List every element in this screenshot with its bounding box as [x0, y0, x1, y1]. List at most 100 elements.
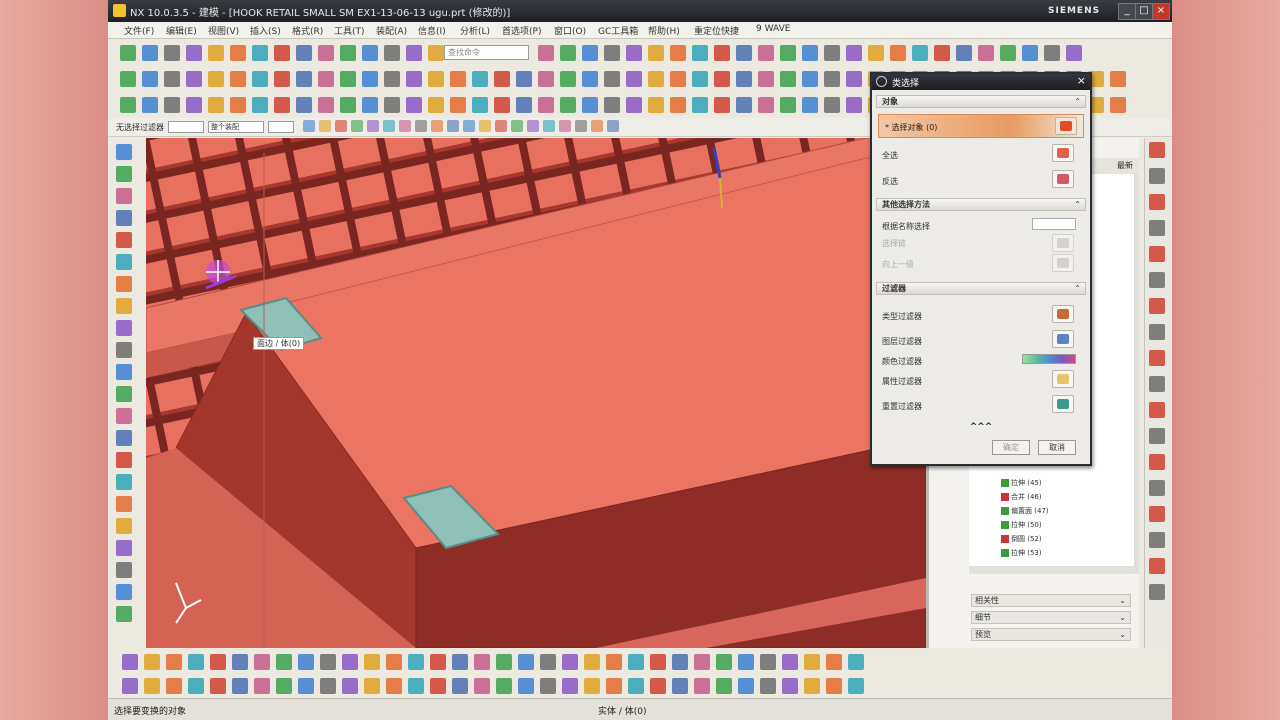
resource-bar-icon[interactable] [1149, 246, 1165, 262]
toolbar-tool-icon[interactable] [210, 654, 226, 670]
resource-tool-icon[interactable] [116, 452, 132, 468]
toolbar-tool-icon[interactable] [758, 45, 774, 61]
select-object-row[interactable]: * 选择对象 (0) [878, 114, 1084, 138]
toolbar-tool-icon[interactable] [362, 71, 378, 87]
toolbar-tool-icon[interactable] [714, 97, 730, 113]
toolbar-tool-icon[interactable] [716, 678, 732, 694]
resource-tool-icon[interactable] [116, 474, 132, 490]
toolbar-tool-icon[interactable] [670, 71, 686, 87]
toolbar-tool-icon[interactable] [604, 45, 620, 61]
selection-filter-icon[interactable] [543, 120, 555, 132]
resource-bar-icon[interactable] [1149, 428, 1165, 444]
toolbar-tool-icon[interactable] [252, 45, 268, 61]
toolbar-tool-icon[interactable] [890, 45, 906, 61]
dialog-close-icon[interactable]: × [1077, 74, 1086, 87]
toolbar-tool-icon[interactable] [516, 97, 532, 113]
toolbar-tool-icon[interactable] [408, 654, 424, 670]
toolbar-tool-icon[interactable] [826, 654, 842, 670]
toolbar-tool-icon[interactable] [846, 97, 862, 113]
toolbar-tool-icon[interactable] [846, 71, 862, 87]
toolbar-tool-icon[interactable] [318, 71, 334, 87]
toolbar-tool-icon[interactable] [606, 654, 622, 670]
rule-dropdown[interactable] [268, 121, 294, 133]
selection-filter-icon[interactable] [479, 120, 491, 132]
toolbar-tool-icon[interactable] [782, 654, 798, 670]
resource-bar-icon[interactable] [1149, 402, 1165, 418]
toolbar-tool-icon[interactable] [824, 71, 840, 87]
menu-gc-toolbox[interactable]: GC工具箱 [598, 24, 638, 37]
resource-tool-icon[interactable] [116, 276, 132, 292]
toolbar-tool-icon[interactable] [430, 678, 446, 694]
toolbar-tool-icon[interactable] [208, 45, 224, 61]
menu-tools[interactable]: 工具(T) [334, 24, 365, 37]
horizontal-scrollbar[interactable] [969, 566, 1134, 574]
menu-view[interactable]: 视图(V) [208, 24, 239, 37]
toolbar-tool-icon[interactable] [254, 654, 270, 670]
resource-tool-icon[interactable] [116, 562, 132, 578]
resource-tool-icon[interactable] [116, 210, 132, 226]
toolbar-tool-icon[interactable] [230, 45, 246, 61]
toolbar-tool-icon[interactable] [142, 71, 158, 87]
toolbar-tool-icon[interactable] [1066, 45, 1082, 61]
toolbar-tool-icon[interactable] [694, 678, 710, 694]
toolbar-tool-icon[interactable] [670, 45, 686, 61]
toolbar-tool-icon[interactable] [738, 654, 754, 670]
selection-filter-icon[interactable] [527, 120, 539, 132]
resource-tool-icon[interactable] [116, 430, 132, 446]
preview-panel[interactable]: 预览 ⌄ [971, 628, 1131, 641]
graphics-viewport[interactable]: 面边 / 体(0) [146, 138, 926, 648]
up-one-level-button[interactable] [1052, 254, 1074, 272]
toolbar-tool-icon[interactable] [912, 45, 928, 61]
filter-section-header[interactable]: 过滤器 ⌃ [876, 282, 1086, 295]
tree-item[interactable]: 合并 (46) [1001, 492, 1042, 503]
toolbar-tool-icon[interactable] [584, 654, 600, 670]
toolbar-tool-icon[interactable] [802, 97, 818, 113]
toolbar-tool-icon[interactable] [848, 678, 864, 694]
toolbar-tool-icon[interactable] [824, 45, 840, 61]
toolbar-tool-icon[interactable] [714, 71, 730, 87]
resource-tool-icon[interactable] [116, 496, 132, 512]
toolbar-tool-icon[interactable] [538, 45, 554, 61]
toolbar-tool-icon[interactable] [452, 678, 468, 694]
toolbar-tool-icon[interactable] [232, 654, 248, 670]
reset-filter-button[interactable] [1052, 395, 1074, 413]
toolbar-tool-icon[interactable] [606, 678, 622, 694]
gear-icon[interactable] [876, 76, 887, 87]
toolbar-tool-icon[interactable] [584, 678, 600, 694]
toolbar-tool-icon[interactable] [628, 654, 644, 670]
toolbar-tool-icon[interactable] [340, 45, 356, 61]
selection-filter-icon[interactable] [511, 120, 523, 132]
toolbar-tool-icon[interactable] [276, 654, 292, 670]
toolbar-tool-icon[interactable] [496, 654, 512, 670]
toolbar-tool-icon[interactable] [672, 678, 688, 694]
resource-tool-icon[interactable] [116, 144, 132, 160]
close-button[interactable]: × [1152, 3, 1170, 20]
menu-window[interactable]: 窗口(O) [554, 24, 586, 37]
toolbar-tool-icon[interactable] [716, 654, 732, 670]
toolbar-tool-icon[interactable] [780, 45, 796, 61]
selection-filter-icon[interactable] [463, 120, 475, 132]
toolbar-tool-icon[interactable] [758, 97, 774, 113]
toolbar-tool-icon[interactable] [540, 654, 556, 670]
selection-filter-icon[interactable] [415, 120, 427, 132]
toolbar-tool-icon[interactable] [188, 678, 204, 694]
select-all-button[interactable] [1052, 144, 1074, 162]
column-latest[interactable]: 最新 [1117, 160, 1133, 171]
toolbar-tool-icon[interactable] [604, 97, 620, 113]
menu-assemblies[interactable]: 装配(A) [376, 24, 407, 37]
toolbar-tool-icon[interactable] [406, 45, 422, 61]
resource-bar-icon[interactable] [1149, 532, 1165, 548]
toolbar-tool-icon[interactable] [430, 654, 446, 670]
toolbar-tool-icon[interactable] [538, 71, 554, 87]
resource-tool-icon[interactable] [116, 584, 132, 600]
toolbar-tool-icon[interactable] [298, 654, 314, 670]
menu-preferences[interactable]: 首选项(P) [502, 24, 541, 37]
toolbar-tool-icon[interactable] [186, 71, 202, 87]
select-object-button[interactable] [1055, 117, 1077, 135]
toolbar-tool-icon[interactable] [450, 97, 466, 113]
toolbar-tool-icon[interactable] [406, 71, 422, 87]
more-options-toggle[interactable]: ^^^ [876, 422, 1086, 432]
toolbar-tool-icon[interactable] [364, 654, 380, 670]
toolbar-tool-icon[interactable] [714, 45, 730, 61]
toolbar-tool-icon[interactable] [362, 45, 378, 61]
